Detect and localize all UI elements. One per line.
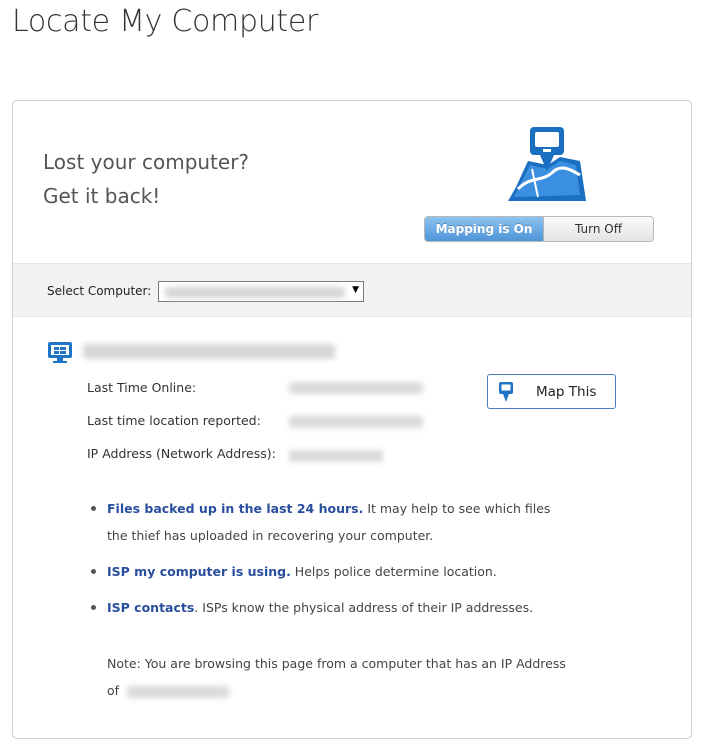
mapping-on-button[interactable]: Mapping is On bbox=[425, 217, 543, 241]
redacted-last-location bbox=[289, 416, 423, 428]
list-item: ISP my computer is using. Helps police d… bbox=[91, 558, 561, 585]
redacted-ip-address bbox=[289, 450, 383, 462]
last-online-label: Last Time Online: bbox=[87, 380, 197, 395]
isp-using-text: Helps police determine location. bbox=[290, 564, 497, 579]
map-computer-icon bbox=[508, 127, 586, 201]
redacted-current-ip bbox=[127, 685, 230, 698]
isp-contacts-link[interactable]: ISP contacts bbox=[107, 600, 194, 615]
page-title: Locate My Computer bbox=[12, 4, 319, 39]
redacted-last-online bbox=[289, 382, 423, 394]
hero-line-1: Lost your computer? bbox=[43, 150, 250, 174]
select-computer-bar: Select Computer: ▼ bbox=[13, 263, 691, 317]
redacted-computer-title bbox=[83, 344, 335, 359]
ip-note: Note: You are browsing this page from a … bbox=[107, 650, 567, 704]
map-pin-computer-icon bbox=[499, 381, 513, 402]
isp-using-link[interactable]: ISP my computer is using. bbox=[107, 564, 291, 579]
list-item: ISP contacts. ISPs know the physical add… bbox=[91, 594, 561, 621]
monitor-icon bbox=[48, 342, 72, 363]
select-computer-label: Select Computer: bbox=[47, 284, 152, 298]
isp-contacts-text: . ISPs know the physical address of thei… bbox=[194, 600, 534, 615]
ip-address-label: IP Address (Network Address): bbox=[87, 446, 276, 461]
turn-off-button[interactable]: Turn Off bbox=[543, 217, 653, 241]
files-backed-up-link[interactable]: Files backed up in the last 24 hours. bbox=[107, 501, 363, 516]
hero-text: Lost your computer? Get it back! bbox=[43, 145, 249, 213]
map-this-button[interactable]: Map This bbox=[487, 374, 616, 409]
recovery-tips-list: Files backed up in the last 24 hours. It… bbox=[91, 495, 561, 630]
chevron-down-icon[interactable]: ▼ bbox=[352, 285, 359, 295]
redacted-computer-name bbox=[165, 287, 345, 298]
mapping-toggle[interactable]: Mapping is On Turn Off bbox=[424, 216, 654, 242]
last-location-label: Last time location reported: bbox=[87, 413, 261, 428]
select-computer-dropdown[interactable]: ▼ bbox=[158, 281, 364, 302]
locate-card: Lost your computer? Get it back! Mapping… bbox=[12, 100, 692, 739]
hero-line-2: Get it back! bbox=[43, 184, 161, 208]
list-item: Files backed up in the last 24 hours. It… bbox=[91, 495, 561, 549]
map-this-label: Map This bbox=[536, 383, 597, 400]
hero-section: Lost your computer? Get it back! Mapping… bbox=[13, 101, 691, 263]
